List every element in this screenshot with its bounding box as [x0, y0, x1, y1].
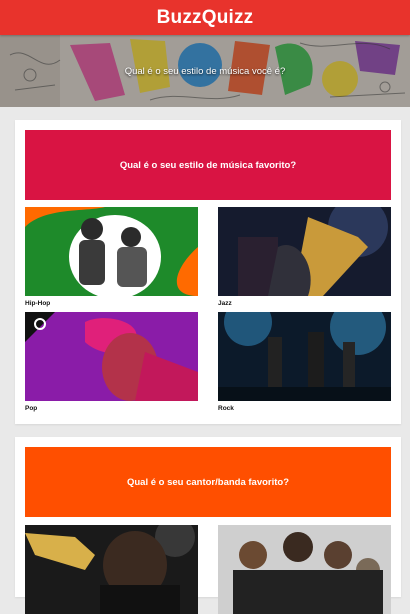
- answer-option-1[interactable]: [25, 525, 198, 614]
- answer-label: Pop: [25, 405, 38, 412]
- answer-option-jazz[interactable]: Jazz: [218, 207, 391, 310]
- answer-option-rock[interactable]: Rock: [218, 312, 391, 415]
- rock-image[interactable]: [218, 312, 391, 401]
- trumpet-player-image[interactable]: [25, 525, 198, 614]
- answer-label: Hip-Hop: [25, 300, 51, 307]
- pop-image[interactable]: [25, 312, 198, 401]
- quiz-question-banner: Qual é o seu estilo de música favorito?: [25, 130, 391, 200]
- app-title[interactable]: BuzzQuizz: [157, 7, 254, 29]
- app-header: BuzzQuizz: [0, 0, 410, 35]
- hero-banner: Qual é o seu estilo de música você é?: [0, 35, 410, 107]
- band-group-image[interactable]: [218, 525, 391, 614]
- quiz-question-banner: Qual é o seu cantor/banda favorito?: [25, 447, 391, 517]
- quiz-card: Qual é o seu estilo de música favorito? …: [15, 120, 401, 424]
- jazz-image[interactable]: [218, 207, 391, 296]
- answer-label: Jazz: [218, 300, 232, 307]
- hero-subtitle: Qual é o seu estilo de música você é?: [124, 65, 286, 77]
- answer-option-pop[interactable]: Pop: [25, 312, 198, 415]
- answer-option-hip-hop[interactable]: Hip-Hop: [25, 207, 198, 310]
- answer-option-2[interactable]: [218, 525, 391, 614]
- answer-label: Rock: [218, 405, 234, 412]
- quiz-card: Qual é o seu cantor/banda favorito?: [15, 437, 401, 614]
- hip-hop-image[interactable]: [25, 207, 198, 296]
